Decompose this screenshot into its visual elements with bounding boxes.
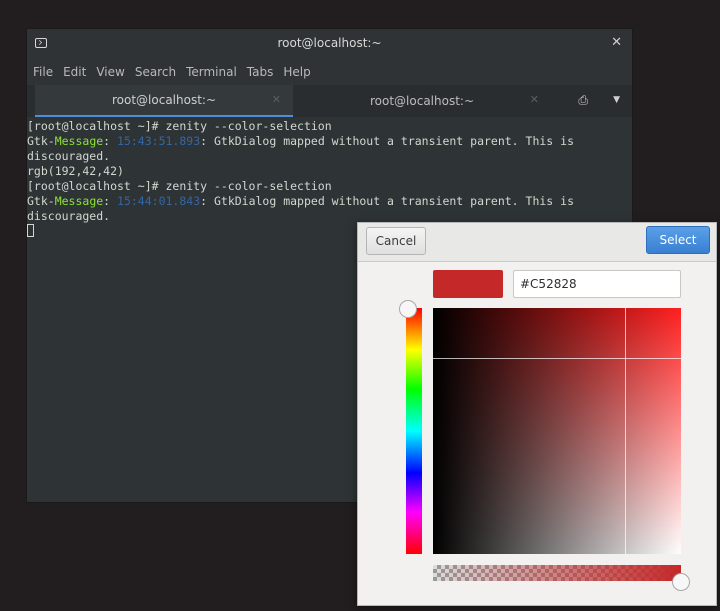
menu-terminal[interactable]: Terminal: [186, 65, 237, 79]
hex-color-input[interactable]: #C52828: [513, 270, 681, 298]
saturation-value-plane[interactable]: [433, 308, 681, 554]
menu-view[interactable]: View: [96, 65, 124, 79]
tab-close-icon[interactable]: ✕: [530, 93, 539, 106]
terminal-line: discouraged.: [27, 149, 111, 163]
cancel-button[interactable]: Cancel: [366, 227, 426, 255]
select-button[interactable]: Select: [646, 226, 710, 254]
alpha-slider[interactable]: [433, 565, 681, 581]
terminal-line: rgb(192,42,42): [27, 164, 124, 178]
tab-1[interactable]: root@localhost:~ ✕: [35, 85, 293, 117]
hue-slider-handle[interactable]: [399, 300, 417, 318]
crosshair-horizontal: [433, 358, 681, 359]
menu-search[interactable]: Search: [135, 65, 176, 79]
crosshair-vertical: [625, 308, 626, 554]
close-window-icon[interactable]: ✕: [611, 35, 622, 50]
terminal-line: [root@localhost ~]# zenity --color-selec…: [27, 179, 332, 193]
tab-menu-chevron-down-icon[interactable]: ▼: [613, 95, 620, 105]
menu-edit[interactable]: Edit: [63, 65, 86, 79]
tab-close-icon[interactable]: ✕: [272, 93, 281, 106]
terminal-line: Gtk-Message: 15:43:51.893: GtkDialog map…: [27, 134, 574, 148]
tab-2[interactable]: root@localhost:~ ✕: [293, 85, 551, 117]
menu-tabs[interactable]: Tabs: [247, 65, 274, 79]
terminal-line: Gtk-Message: 15:44:01.843: GtkDialog map…: [27, 194, 574, 208]
desktop: root@localhost:~ ✕ File Edit View Search…: [0, 0, 720, 611]
window-title: root@localhost:~: [277, 36, 382, 50]
new-tab-icon[interactable]: ⎙: [578, 93, 588, 108]
current-color-swatch[interactable]: [433, 270, 503, 298]
terminal-titlebar[interactable]: root@localhost:~ ✕: [27, 29, 632, 59]
alpha-slider-handle[interactable]: [672, 573, 690, 591]
color-selection-dialog: Cancel Select #C52828: [357, 222, 717, 606]
tab-1-label: root@localhost:~: [111, 93, 217, 107]
tab-bar: root@localhost:~ ✕ root@localhost:~ ✕ ⎙ …: [27, 85, 632, 117]
hue-slider[interactable]: [406, 308, 422, 554]
menubar: File Edit View Search Terminal Tabs Help: [27, 59, 632, 85]
dialog-header: Cancel Select: [358, 223, 716, 262]
text-cursor: [27, 224, 34, 237]
terminal-line: [root@localhost ~]# zenity --color-selec…: [27, 119, 332, 133]
menu-help[interactable]: Help: [283, 65, 310, 79]
tab-2-label: root@localhost:~: [369, 94, 475, 108]
menu-file[interactable]: File: [33, 65, 53, 79]
